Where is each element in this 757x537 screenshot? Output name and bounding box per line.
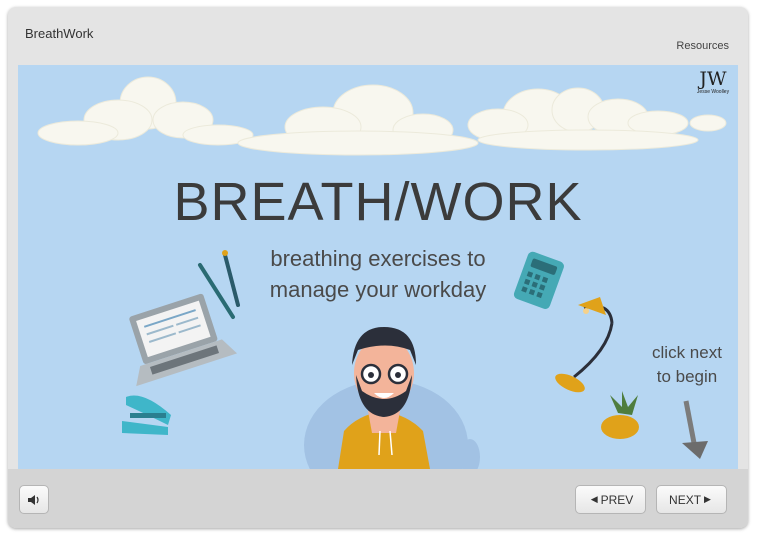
next-label: NEXT xyxy=(669,492,702,507)
slide-canvas: JW Jesse Woolley BREATH/WORK breathing e… xyxy=(18,65,738,469)
course-title: BreathWork xyxy=(25,26,94,41)
slide-title: BREATH/WORK xyxy=(173,172,583,232)
next-button[interactable]: NEXT ▶ xyxy=(656,485,727,514)
logo-name: Jesse Woolley xyxy=(696,89,730,95)
laptop-illustration xyxy=(129,293,238,387)
lamp-illustration xyxy=(555,297,614,393)
author-logo: JW Jesse Woolley xyxy=(694,69,732,95)
chevron-right-icon: ▶ xyxy=(704,494,711,504)
prev-button[interactable]: ◀ PREV xyxy=(575,485,646,514)
player-controls: ◀ PREV NEXT ▶ xyxy=(8,469,748,528)
speaker-icon xyxy=(28,494,39,505)
calculator-illustration xyxy=(513,251,564,309)
prev-label: PREV xyxy=(600,492,634,507)
subtitle-line-1: breathing exercises to xyxy=(270,246,486,271)
character-illustration xyxy=(304,327,480,469)
hint-line-2: to begin xyxy=(656,367,718,386)
logo-monogram: JW xyxy=(699,68,727,90)
start-hint: click next to begin xyxy=(642,341,732,389)
chevron-left-icon: ◀ xyxy=(590,494,598,504)
player-window: BreathWork Resources JW Jesse Woolley BR… xyxy=(8,7,748,528)
clouds xyxy=(37,76,727,156)
plant-illustration xyxy=(601,391,639,439)
resources-link[interactable]: Resources xyxy=(676,40,729,52)
hint-line-1: click next xyxy=(652,343,722,362)
subtitle-line-2: manage your workday xyxy=(269,277,487,302)
volume-button[interactable] xyxy=(19,485,49,514)
stapler-illustration xyxy=(122,395,171,435)
slide-subtitle: breathing exercises to manage your workd… xyxy=(248,243,508,305)
arrow-down-icon xyxy=(682,400,708,459)
